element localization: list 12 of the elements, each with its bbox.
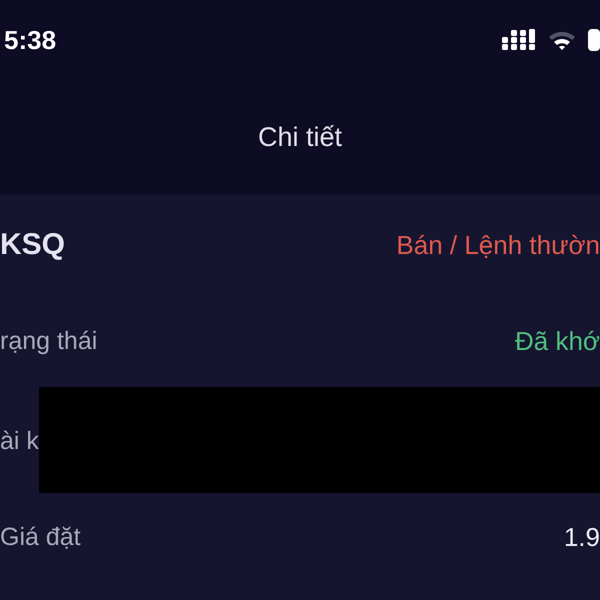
field-label: Giá đặt [0, 522, 81, 552]
battery-icon [588, 29, 600, 51]
order-side: Bán / Lệnh thườn [396, 230, 600, 260]
clock: 5:38 [4, 24, 56, 56]
stock-symbol: KSQ [0, 228, 66, 262]
signal-icon [502, 29, 536, 51]
status-value: Đã khớ [515, 326, 600, 356]
field-label: rạng thái [0, 326, 98, 356]
field-label: ài k [0, 426, 39, 456]
field-value: 1.9 [564, 522, 600, 552]
page-title: Chi tiết [258, 122, 342, 153]
wifi-icon [548, 30, 576, 50]
